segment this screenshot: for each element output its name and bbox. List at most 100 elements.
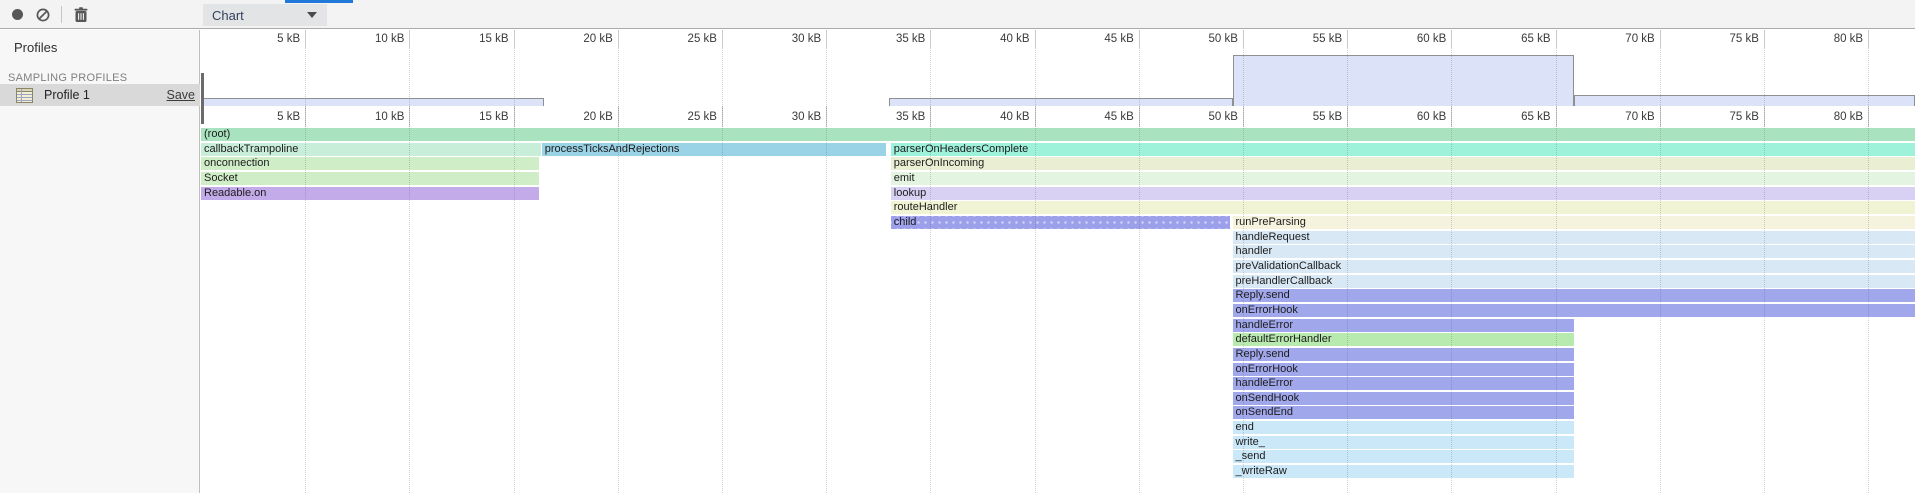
circle-slash-icon [36,8,50,22]
record-button[interactable] [9,0,25,29]
flame-bar[interactable]: runPreParsing [1233,216,1915,229]
ruler-tick [1556,30,1557,48]
ruler-tick [1660,30,1661,48]
ruler-tick [618,30,619,48]
ruler-tick [1035,106,1036,127]
flame-bar[interactable]: Socket [201,172,539,185]
ruler-tick [1868,30,1869,48]
flame-bar[interactable]: onSendEnd [1233,406,1575,419]
flame-row: Reply.send [201,288,1915,303]
profile-table-icon [16,88,33,103]
flame-bar[interactable]: Reply.send [1233,289,1915,302]
flame-bar[interactable]: child [891,216,1231,229]
ruler-tick [722,106,723,127]
flame-bar[interactable]: handleError [1233,377,1575,390]
flame-row: handleError [201,318,1915,333]
flame-bar[interactable]: onErrorHook [1233,304,1915,317]
ruler-tick [514,30,515,48]
flame-bar[interactable]: processTicksAndRejections [542,143,886,156]
ruler-tick [826,106,827,127]
ruler-tick-label: 65 kB [1521,106,1555,127]
toolbar: Chart [0,0,1915,29]
ruler-tick-label: 20 kB [583,30,617,48]
ruler-tick [1556,106,1557,127]
flame-bar[interactable]: handleError [1233,319,1575,332]
ruler-tick-label: 50 kB [1209,30,1243,48]
ruler-tick [1451,106,1452,127]
ruler-tick-label: 60 kB [1417,106,1451,127]
flame-bar[interactable]: lookup [891,187,1915,200]
flame-bar[interactable]: Readable.on [201,187,539,200]
ruler-tick-label: 40 kB [1000,106,1034,127]
flame-bar[interactable]: (root) [201,128,1915,141]
flame-bar[interactable]: routeHandler [891,201,1915,214]
ruler-tick [409,106,410,127]
profile-name: Profile 1 [44,88,167,102]
ruler-tick-label: 75 kB [1729,30,1763,48]
ruler-tick [1868,106,1869,127]
ruler-tick-label: 20 kB [583,106,617,127]
record-icon [12,9,23,20]
ruler-tick [1243,106,1244,127]
ruler-tick-label: 5 kB [277,106,305,127]
flame-row: (root) [201,127,1915,142]
flame-graph: (root)callbackTrampolineprocessTicksAndR… [201,127,1915,479]
flame-bar[interactable]: callbackTrampoline [201,143,541,156]
flame-bar[interactable]: handleRequest [1233,231,1915,244]
ruler-tick-label: 30 kB [792,30,826,48]
flame-bar[interactable]: onSendHook [1233,392,1575,405]
overview-segment [1233,55,1575,106]
ruler-tick-label: 40 kB [1000,30,1034,48]
flame-row: routeHandler [201,200,1915,215]
flame-bar[interactable]: onErrorHook [1233,363,1575,376]
view-mode-select[interactable]: Chart [203,4,327,26]
flame-bar[interactable]: emit [891,172,1915,185]
ruler-tick [618,106,619,127]
ruler-tick-label: 60 kB [1417,30,1451,48]
ruler-tick-label: 80 kB [1834,106,1868,127]
flame-bar[interactable]: end [1233,421,1575,434]
ruler-tick [409,30,410,48]
flame-row: _send [201,449,1915,464]
memory-overview[interactable] [201,48,1915,106]
flame-bar[interactable]: preValidationCallback [1233,260,1915,273]
flame-bar[interactable]: handler [1233,245,1915,258]
sampling-profiles-section-label: SAMPLING PROFILES [0,55,199,84]
flame-row: onErrorHook [201,362,1915,377]
flame-bar[interactable]: Reply.send [1233,348,1575,361]
ruler-tick [930,30,931,48]
ruler-tick-label: 15 kB [479,106,513,127]
flame-bar[interactable]: preHandlerCallback [1233,275,1915,288]
ruler-tick [305,106,306,127]
flame-bar[interactable]: onconnection [201,157,539,170]
ruler-tick-label: 65 kB [1521,30,1555,48]
overview-segment [201,98,544,106]
delete-profile-button[interactable] [71,0,91,29]
trash-icon [74,7,88,23]
flame-row: Reply.send [201,347,1915,362]
flame-row: preValidationCallback [201,259,1915,274]
ruler-tick [1451,30,1452,48]
overview-segment [889,98,1233,106]
toolbar-separator [61,6,62,23]
ruler-tick-label: 5 kB [277,30,305,48]
overview-selection-handle[interactable] [201,73,204,124]
flame-bar[interactable]: defaultErrorHandler [1233,333,1575,346]
clear-profiles-button[interactable] [35,0,51,29]
ruler-tick-label: 25 kB [688,106,722,127]
ruler-tick-label: 10 kB [375,30,409,48]
ruler-tick [1243,30,1244,48]
ruler-tick [1660,106,1661,127]
sidebar-item-profile-1[interactable]: Profile 1 Save [0,84,200,106]
flame-bar[interactable]: parserOnHeadersComplete [891,143,1915,156]
flame-row: callbackTrampolineprocessTicksAndRejecti… [201,142,1915,157]
flame-bar[interactable]: _send [1233,450,1575,463]
flame-bar[interactable]: parserOnIncoming [891,157,1915,170]
flame-bar[interactable]: write_ [1233,436,1575,449]
ruler-tick-label: 35 kB [896,30,930,48]
selected-tab-indicator [285,0,353,3]
ruler-tick [1139,30,1140,48]
flame-bar[interactable]: _writeRaw [1233,465,1575,478]
flame-row: onErrorHook [201,303,1915,318]
save-profile-link[interactable]: Save [167,88,196,102]
